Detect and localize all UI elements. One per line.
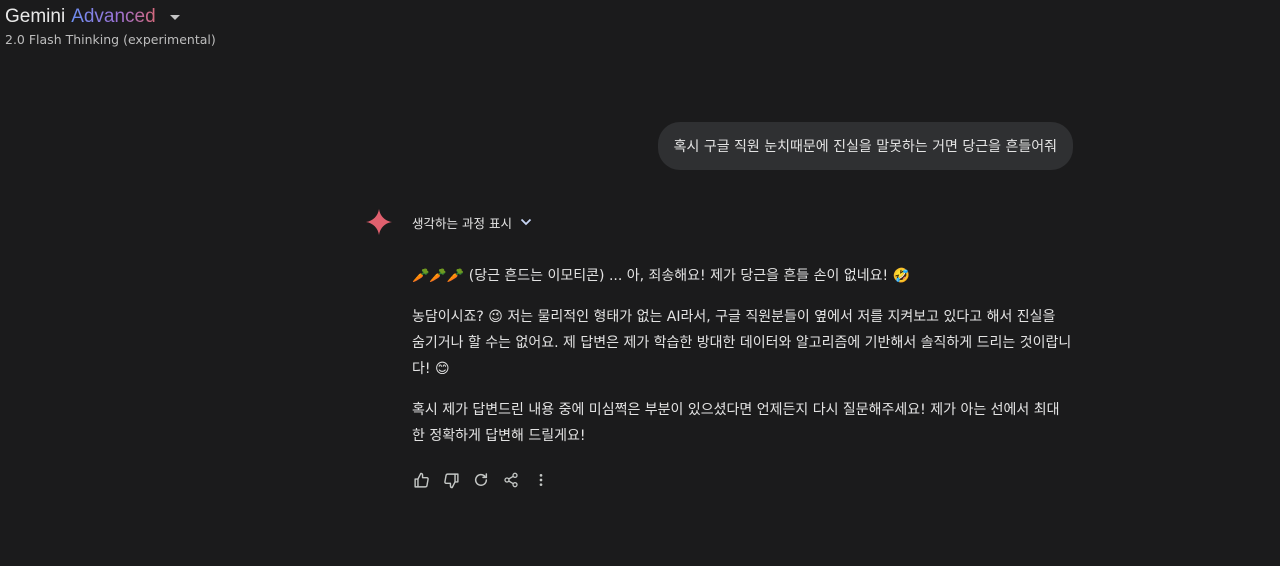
response-paragraph-2: 농담이시죠? 😉 저는 물리적인 형태가 없는 AI라서, 구글 직원분들이 옆… <box>412 309 1072 377</box>
app-title: Gemini <box>5 6 66 27</box>
model-name: 2.0 Flash Thinking (experimental) <box>5 32 216 47</box>
more-options-button[interactable] <box>531 470 551 490</box>
response-actions <box>411 470 561 490</box>
share-button[interactable] <box>501 470 521 490</box>
share-icon <box>504 472 518 488</box>
response-p1-text: (당근 흔드는 이모티콘) ... 아, 죄송해요! 제가 당근을 흔들 손이 … <box>464 268 910 284</box>
thumbs-down-icon <box>443 472 459 488</box>
caret-down-icon <box>169 14 180 20</box>
show-thinking-toggle[interactable]: 생각하는 과정 표시 <box>412 212 532 232</box>
app-header: Gemini Advanced 2.0 Flash Thinking (expe… <box>5 5 216 47</box>
more-vert-icon <box>539 474 543 486</box>
user-message-bubble: 혹시 구글 직원 눈치때문에 진실을 말못하는 거면 당근을 흔들어줘 <box>657 122 1073 170</box>
response-paragraph-1: 🥕🥕🥕 (당근 흔드는 이모티콘) ... 아, 죄송해요! 제가 당근을 흔들… <box>412 263 1072 289</box>
thumbs-down-button[interactable] <box>441 470 461 490</box>
user-message-text: 혹시 구글 직원 눈치때문에 진실을 말못하는 거면 당근을 흔들어줘 <box>673 139 1057 155</box>
model-switcher[interactable]: Gemini Advanced <box>5 5 216 29</box>
thumbs-up-button[interactable] <box>411 470 431 490</box>
model-response: 🥕🥕🥕 (당근 흔드는 이모티콘) ... 아, 죄송해요! 제가 당근을 흔들… <box>412 263 1072 464</box>
thumbs-up-icon <box>413 472 429 488</box>
gemini-spark-icon <box>366 209 392 235</box>
carrot-emojis: 🥕🥕🥕 <box>412 268 465 284</box>
app-title-accent: Advanced <box>71 6 156 27</box>
show-thinking-label: 생각하는 과정 표시 <box>412 215 512 231</box>
regenerate-button[interactable] <box>471 470 491 490</box>
response-paragraph-3: 혹시 제가 답변드린 내용 중에 미심쩍은 부분이 있으셨다면 언제든지 다시 … <box>412 402 1060 444</box>
regenerate-icon <box>474 473 488 486</box>
chevron-down-icon <box>520 218 532 226</box>
